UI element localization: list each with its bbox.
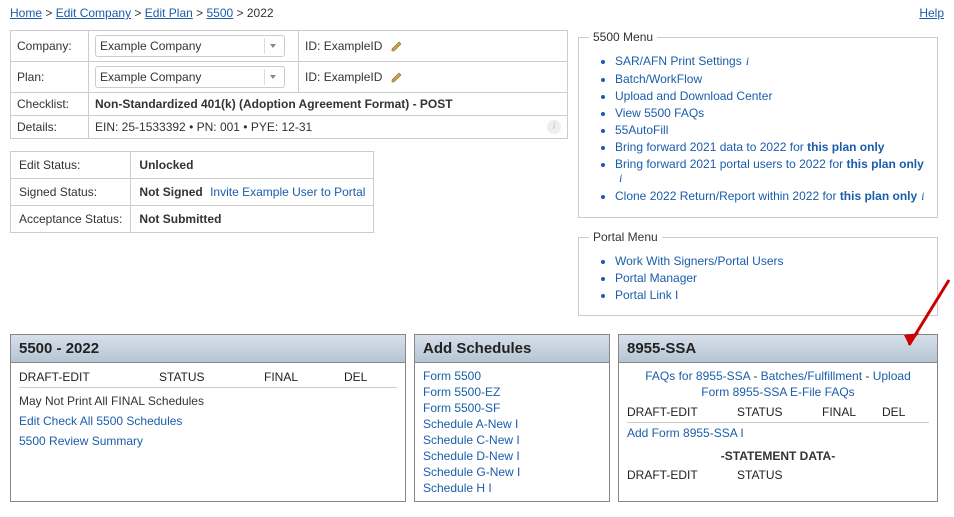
company-label: Company: — [11, 31, 89, 62]
add-schedule-g[interactable]: Schedule G-New I — [423, 465, 601, 479]
menu-bringforward-data[interactable]: Bring forward 2021 data to 2022 for this… — [615, 140, 884, 154]
edit-status-label: Edit Status: — [11, 152, 131, 179]
menu-portal-legend: Portal Menu — [589, 230, 662, 244]
info-icon[interactable]: i — [619, 171, 622, 186]
add-form-5500[interactable]: Form 5500 — [423, 369, 601, 383]
edit-status-value: Unlocked — [131, 152, 374, 179]
info-icon[interactable]: i — [547, 120, 561, 134]
portal-signers[interactable]: Work With Signers/Portal Users — [615, 254, 784, 268]
col-final: FINAL — [264, 370, 344, 384]
help-link[interactable]: Help — [919, 6, 944, 20]
menu-bringforward-users[interactable]: Bring forward 2021 portal users to 2022 … — [615, 157, 924, 171]
chevron-down-icon[interactable] — [264, 69, 280, 85]
company-id-label: ID: — [305, 39, 320, 53]
chevron-down-icon[interactable] — [264, 38, 280, 54]
link-edit-check-all[interactable]: Edit Check All 5500 Schedules — [19, 414, 182, 428]
note-final-schedules: May Not Print All FINAL Schedules — [19, 394, 397, 408]
details-label: Details: — [11, 116, 89, 139]
portal-manager[interactable]: Portal Manager — [615, 271, 697, 285]
crumb-home[interactable]: Home — [10, 6, 42, 20]
crumb-5500[interactable]: 5500 — [206, 6, 233, 20]
panel-8955-columns-2: DRAFT-EDIT STATUS — [627, 465, 929, 485]
acceptance-status-value: Not Submitted — [131, 206, 374, 233]
col-del: DEL — [344, 370, 384, 384]
acceptance-status-label: Acceptance Status: — [11, 206, 131, 233]
col-final: FINAL — [822, 405, 882, 419]
menu-5500: 5500 Menu SAR/AFN Print Settings i Batch/… — [578, 30, 938, 218]
panel-5500-title: 5500 - 2022 — [11, 335, 405, 363]
col-status: STATUS — [737, 405, 822, 419]
menu-sar-afn[interactable]: SAR/AFN Print Settings — [615, 54, 742, 68]
panel-add-schedules: Add Schedules Form 5500 Form 5500-EZ For… — [414, 334, 610, 502]
panel-8955-columns: DRAFT-EDIT STATUS FINAL DEL — [627, 402, 929, 423]
company-value: Example Company — [100, 39, 264, 53]
col-draft-edit: DRAFT-EDIT — [19, 370, 159, 384]
col-status: STATUS — [159, 370, 264, 384]
plan-id-label: ID: — [305, 70, 320, 84]
checklist-value: Non-Standardized 401(k) (Adoption Agreem… — [89, 93, 568, 116]
plan-label: Plan: — [11, 62, 89, 93]
crumb-edit-plan[interactable]: Edit Plan — [145, 6, 193, 20]
panel-add-title: Add Schedules — [415, 335, 609, 363]
link-review-summary[interactable]: 5500 Review Summary — [19, 434, 143, 448]
pencil-icon[interactable] — [390, 39, 404, 53]
add-schedule-a[interactable]: Schedule A-New I — [423, 417, 601, 431]
pencil-icon[interactable] — [390, 70, 404, 84]
col-draft-edit: DRAFT-EDIT — [627, 405, 737, 419]
menu-clone[interactable]: Clone 2022 Return/Report within 2022 for… — [615, 189, 917, 203]
menu-batch[interactable]: Batch/WorkFlow — [615, 72, 702, 86]
add-schedule-h[interactable]: Schedule H I — [423, 481, 601, 495]
link-8955-faqs[interactable]: FAQs for 8955-SSA — [645, 369, 750, 383]
company-id-value: ExampleID — [324, 39, 383, 53]
crumb-edit-company[interactable]: Edit Company — [56, 6, 131, 20]
signed-status-value: Not Signed — [139, 185, 202, 199]
menu-upload-download[interactable]: Upload and Download Center — [615, 89, 772, 103]
breadcrumb: Home > Edit Company > Edit Plan > 5500 >… — [10, 6, 944, 20]
status-table: Edit Status: Unlocked Signed Status: Not… — [10, 151, 374, 233]
signed-status-label: Signed Status: — [11, 179, 131, 206]
checklist-label: Checklist: — [11, 93, 89, 116]
add-schedule-c[interactable]: Schedule C-New I — [423, 433, 601, 447]
plan-combo[interactable]: Example Company — [95, 66, 285, 88]
link-batches[interactable]: Batches/Fulfillment — [761, 369, 862, 383]
invite-user-link[interactable]: Invite Example User to Portal — [210, 185, 365, 199]
link-efile-faqs[interactable]: Form 8955-SSA E-File FAQs — [701, 385, 854, 399]
company-combo[interactable]: Example Company — [95, 35, 285, 57]
col-del: DEL — [882, 405, 917, 419]
menu-5500-legend: 5500 Menu — [589, 30, 657, 44]
info-icon[interactable]: i — [746, 54, 749, 69]
col-status: STATUS — [737, 468, 822, 482]
panel-8955-title: 8955-SSA — [619, 335, 937, 363]
add-form-5500-sf[interactable]: Form 5500-SF — [423, 401, 601, 415]
panel-8955-ssa: 8955-SSA FAQs for 8955-SSA - Batches/Ful… — [618, 334, 938, 502]
menu-faqs[interactable]: View 5500 FAQs — [615, 106, 704, 120]
add-form-5500-ez[interactable]: Form 5500-EZ — [423, 385, 601, 399]
col-draft-edit: DRAFT-EDIT — [627, 468, 737, 482]
details-value: EIN: 25-1533392 • PN: 001 • PYE: 12-31 — [95, 120, 312, 134]
panel-5500-columns: DRAFT-EDIT STATUS FINAL DEL — [19, 367, 397, 388]
crumb-year: 2022 — [247, 6, 274, 20]
portal-link[interactable]: Portal Link I — [615, 288, 678, 302]
info-icon[interactable]: i — [921, 189, 924, 204]
link-add-8955[interactable]: Add Form 8955-SSA I — [627, 426, 744, 440]
menu-portal: Portal Menu Work With Signers/Portal Use… — [578, 230, 938, 316]
menu-autofill[interactable]: 55AutoFill — [615, 123, 668, 137]
plan-id-value: ExampleID — [324, 70, 383, 84]
plan-value: Example Company — [100, 70, 264, 84]
panel-5500: 5500 - 2022 DRAFT-EDIT STATUS FINAL DEL … — [10, 334, 406, 502]
link-upload[interactable]: Upload — [873, 369, 911, 383]
add-schedule-d[interactable]: Schedule D-New I — [423, 449, 601, 463]
statement-data-header: -STATEMENT DATA- — [627, 443, 929, 465]
company-info-table: Company: Example Company ID: ExampleID — [10, 30, 568, 139]
